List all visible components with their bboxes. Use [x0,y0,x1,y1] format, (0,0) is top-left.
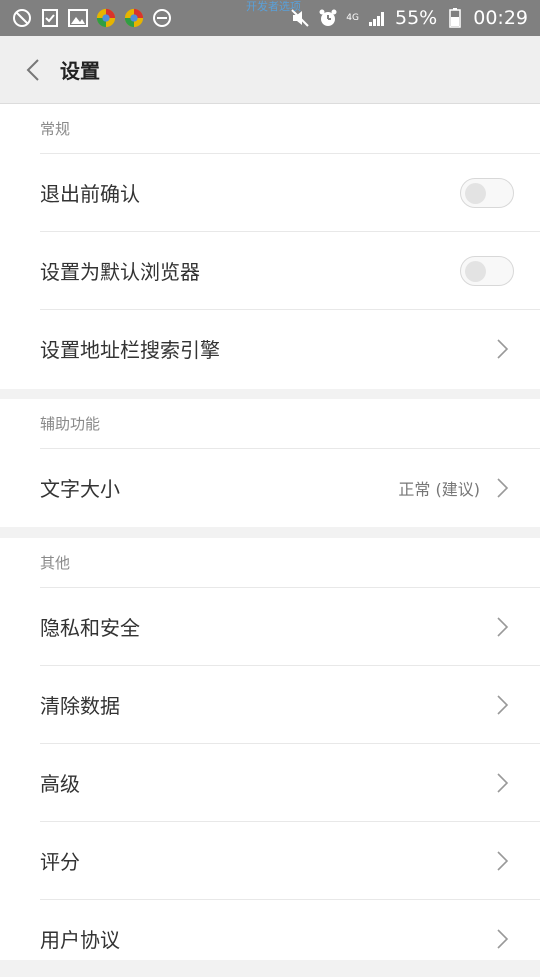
row-right [496,338,510,360]
chevron-right-icon [497,477,509,498]
row-right: 正常 (建议) [398,476,510,500]
confirm-exit-toggle[interactable] [460,177,514,208]
app-logo-icon [124,8,144,28]
setting-label: 设置为默认浏览器 [40,260,200,284]
section-title: 其他 [40,554,71,572]
setting-label: 清除数据 [40,694,120,718]
app-header: 设置 [0,36,540,104]
section-title: 辅助功能 [40,415,101,433]
setting-advanced[interactable]: 高级 [40,743,540,821]
status-bar: 开发者选项 4G 55% 00:29 [0,0,540,36]
status-bar-right: 4G 55% 00:29 [290,7,528,29]
blocked-notification-icon [12,8,32,28]
network-type-indicator: 4G [346,12,359,23]
setting-label: 退出前确认 [40,182,140,206]
setting-text-size[interactable]: 文字大小 正常 (建议) [40,448,540,526]
do-not-disturb-icon [152,8,172,28]
toggle-knob [465,182,486,204]
toggle-knob [465,260,486,282]
alarm-icon [318,8,338,28]
setting-confirm-before-exit[interactable]: 退出前确认 [40,153,540,231]
chevron-right-icon [497,850,509,871]
setting-label: 高级 [40,772,80,796]
setting-label: 隐私和安全 [40,616,140,640]
section-general: 常规 退出前确认 设置为默认浏览器 设置地址栏搜索引擎 [0,104,540,389]
setting-label: 设置地址栏搜索引擎 [40,338,220,362]
section-accessibility: 辅助功能 文字大小 正常 (建议) [0,399,540,527]
chevron-right-icon [497,338,509,359]
app-logo-icon [96,8,116,28]
section-title: 常规 [40,120,71,138]
setting-rating[interactable]: 评分 [40,821,540,899]
setting-default-browser[interactable]: 设置为默认浏览器 [40,231,540,309]
chevron-left-icon [26,58,39,81]
page-title: 设置 [60,59,100,83]
setting-label: 评分 [40,850,80,874]
setting-user-agreement[interactable]: 用户协议 [40,899,540,977]
setting-clear-data[interactable]: 清除数据 [40,665,540,743]
chevron-right-icon [497,928,509,949]
checklist-icon [40,8,60,28]
chevron-right-icon [497,772,509,793]
image-icon [68,8,88,28]
clock-time: 00:29 [473,7,528,29]
status-bar-left [12,8,172,28]
setting-privacy-security[interactable]: 隐私和安全 [40,587,540,665]
section-other: 其他 隐私和安全 清除数据 高级 评分 用户协议 [0,538,540,960]
setting-search-engine[interactable]: 设置地址栏搜索引擎 [40,309,540,387]
default-browser-toggle[interactable] [460,255,514,286]
text-size-value: 正常 (建议) [398,479,480,499]
signal-icon [367,8,387,28]
chevron-right-icon [497,694,509,715]
battery-icon [445,8,465,28]
chevron-right-icon [497,616,509,637]
status-bar-center-text: 开发者选项 [246,0,301,13]
battery-percentage: 55% [395,7,438,29]
setting-label: 文字大小 [40,477,120,501]
back-button[interactable] [6,36,60,103]
setting-label: 用户协议 [40,928,120,952]
